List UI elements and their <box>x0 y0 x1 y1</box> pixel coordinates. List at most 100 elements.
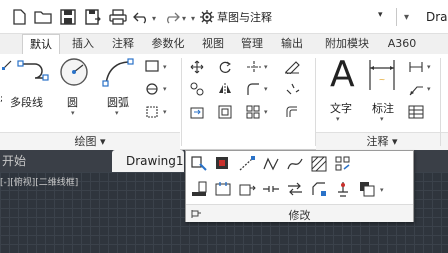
leader-icon[interactable] <box>408 82 424 96</box>
viewport-controls[interactable]: [-][俯视][二维线框] <box>0 175 78 188</box>
table-icon[interactable] <box>408 105 424 119</box>
redo-icon[interactable] <box>162 9 180 25</box>
arc-dropdown-icon[interactable]: ▾ <box>115 109 119 117</box>
array-dropdown-icon[interactable]: ▾ <box>264 108 268 116</box>
annotation-panel-footer[interactable]: 注释 ▾ <box>316 132 448 150</box>
new-file-icon[interactable] <box>10 9 28 25</box>
qat-more-icon[interactable]: ▾ <box>191 14 195 23</box>
set-by-layer-icon[interactable] <box>334 180 352 198</box>
edit-hatch-icon[interactable] <box>310 155 328 173</box>
draw-order-icon[interactable] <box>358 180 376 198</box>
tab-manage[interactable]: 管理 <box>234 34 270 54</box>
draw-panel-footer[interactable]: 绘图 ▾ <box>0 132 180 150</box>
text-dropdown-icon[interactable]: ▾ <box>336 115 340 123</box>
leader-dropdown-icon[interactable]: ▾ <box>427 85 431 93</box>
break-at-point-icon[interactable] <box>214 180 232 198</box>
linear-dim-dropdown-icon[interactable]: ▾ <box>427 63 431 71</box>
trim-icon[interactable] <box>246 60 262 74</box>
fillet-icon[interactable] <box>246 82 260 96</box>
lengthen-icon[interactable] <box>238 155 256 173</box>
circle-icon[interactable] <box>58 56 90 88</box>
boundary-dropdown-icon[interactable]: ▾ <box>163 108 167 116</box>
polyline-label[interactable]: 多段线 <box>10 94 43 110</box>
workspace-switcher[interactable]: 草图与注释 ▾ <box>200 8 392 26</box>
fillet-dropdown-icon[interactable]: ▾ <box>264 85 268 93</box>
open-folder-icon[interactable] <box>34 9 52 25</box>
app-title: Draw <box>426 10 448 24</box>
hatch-dropdown-icon[interactable]: ▾ <box>163 85 167 93</box>
match-properties-icon[interactable] <box>190 155 208 173</box>
modify-panel-title: 修改 <box>288 209 311 222</box>
panel-divider <box>181 58 182 146</box>
circle-label[interactable]: 圆 <box>67 94 78 110</box>
modify-panel-flyout: ▾ 修改 <box>185 150 414 222</box>
workspace-dropdown-icon[interactable]: ▾ <box>378 10 383 20</box>
undo-icon[interactable] <box>133 9 151 25</box>
trim-dropdown-icon[interactable]: ▾ <box>264 63 268 71</box>
change-space-icon[interactable] <box>214 155 232 173</box>
tab-insert[interactable]: 插入 <box>66 34 100 54</box>
move-icon[interactable] <box>190 60 204 74</box>
boundary-icon[interactable] <box>145 105 159 119</box>
quick-access-toolbar: ▾ ▾ ▾ 草图与注释 ▾ ▾ Draw <box>0 0 448 34</box>
draw-order-dropdown-icon[interactable]: ▾ <box>380 186 384 194</box>
align-icon[interactable] <box>190 180 208 198</box>
tab-a360[interactable]: A360 <box>382 34 422 54</box>
workspace-label: 草图与注释 <box>217 11 272 24</box>
array-icon[interactable] <box>246 105 260 119</box>
customize-qat-icon[interactable]: ▾ <box>404 12 409 23</box>
reverse-icon[interactable] <box>286 180 304 198</box>
scale-icon[interactable] <box>218 105 232 119</box>
dimension-label[interactable]: 标注 <box>372 100 394 116</box>
polyline-icon[interactable] <box>17 58 51 86</box>
tab-home[interactable]: 默认 <box>22 34 60 54</box>
offset-icon[interactable] <box>284 105 300 119</box>
dimension-icon[interactable]: ~ <box>368 58 396 92</box>
circle-dropdown-icon[interactable]: ▾ <box>71 109 75 117</box>
chamfer-icon[interactable] <box>310 180 328 198</box>
text-icon[interactable]: A <box>330 54 355 95</box>
print-icon[interactable] <box>109 9 127 25</box>
draw-panel-title: 绘图 ▾ <box>74 135 106 148</box>
autocad-window: ▾ ▾ ▾ 草图与注释 ▾ ▾ Draw 默认 插入 注释 参数化 视图 管理 … <box>0 0 448 253</box>
save-icon[interactable] <box>59 9 77 25</box>
erase-icon[interactable] <box>284 60 300 74</box>
ribbon-tab-bar: 默认 插入 注释 参数化 视图 管理 输出 附加模块 A360 <box>0 34 448 54</box>
tab-start[interactable]: 开始 <box>0 150 110 172</box>
panel-divider <box>440 58 441 146</box>
save-as-icon[interactable] <box>84 9 102 25</box>
linear-dim-icon[interactable] <box>408 60 424 74</box>
undo-dropdown-icon[interactable]: ▾ <box>152 14 156 23</box>
explode-icon[interactable] <box>284 82 300 96</box>
stretch-icon[interactable] <box>190 105 204 119</box>
hatch-icon[interactable] <box>145 82 159 96</box>
join-icon[interactable] <box>262 180 280 198</box>
copy-icon[interactable] <box>190 82 204 96</box>
text-label[interactable]: 文字 <box>330 100 352 116</box>
arc-label[interactable]: 圆弧 <box>107 94 129 110</box>
tab-output[interactable]: 输出 <box>274 34 310 54</box>
edit-polyline-icon[interactable] <box>262 155 280 173</box>
modify-flyout-footer: 修改 <box>186 204 413 222</box>
tab-annotate[interactable]: 注释 <box>106 34 140 54</box>
rectangle-dropdown-icon[interactable]: ▾ <box>163 63 167 71</box>
tab-view[interactable]: 视图 <box>196 34 230 54</box>
tab-drawing1[interactable]: Drawing1 <box>112 150 184 172</box>
redo-dropdown-icon[interactable]: ▾ <box>182 14 186 23</box>
annotation-panel-title: 注释 ▾ <box>366 135 398 148</box>
break-icon[interactable] <box>238 180 256 198</box>
tab-parametric[interactable]: 参数化 <box>144 34 192 54</box>
edit-array-icon[interactable] <box>334 155 352 173</box>
tab-addins[interactable]: 附加模块 <box>316 34 378 54</box>
gear-icon <box>200 10 214 24</box>
dimension-dropdown-icon[interactable]: ▾ <box>380 115 384 123</box>
mirror-icon[interactable] <box>218 82 232 96</box>
rotate-icon[interactable] <box>218 60 232 74</box>
rectangle-icon[interactable] <box>145 60 159 72</box>
edit-spline-icon[interactable] <box>286 155 304 173</box>
arc-icon[interactable] <box>102 58 134 88</box>
qat-divider <box>396 8 397 26</box>
line-label-fragment: ; <box>0 94 4 104</box>
line-partial-icon[interactable] <box>2 60 12 70</box>
svg-text:~: ~ <box>379 75 386 84</box>
